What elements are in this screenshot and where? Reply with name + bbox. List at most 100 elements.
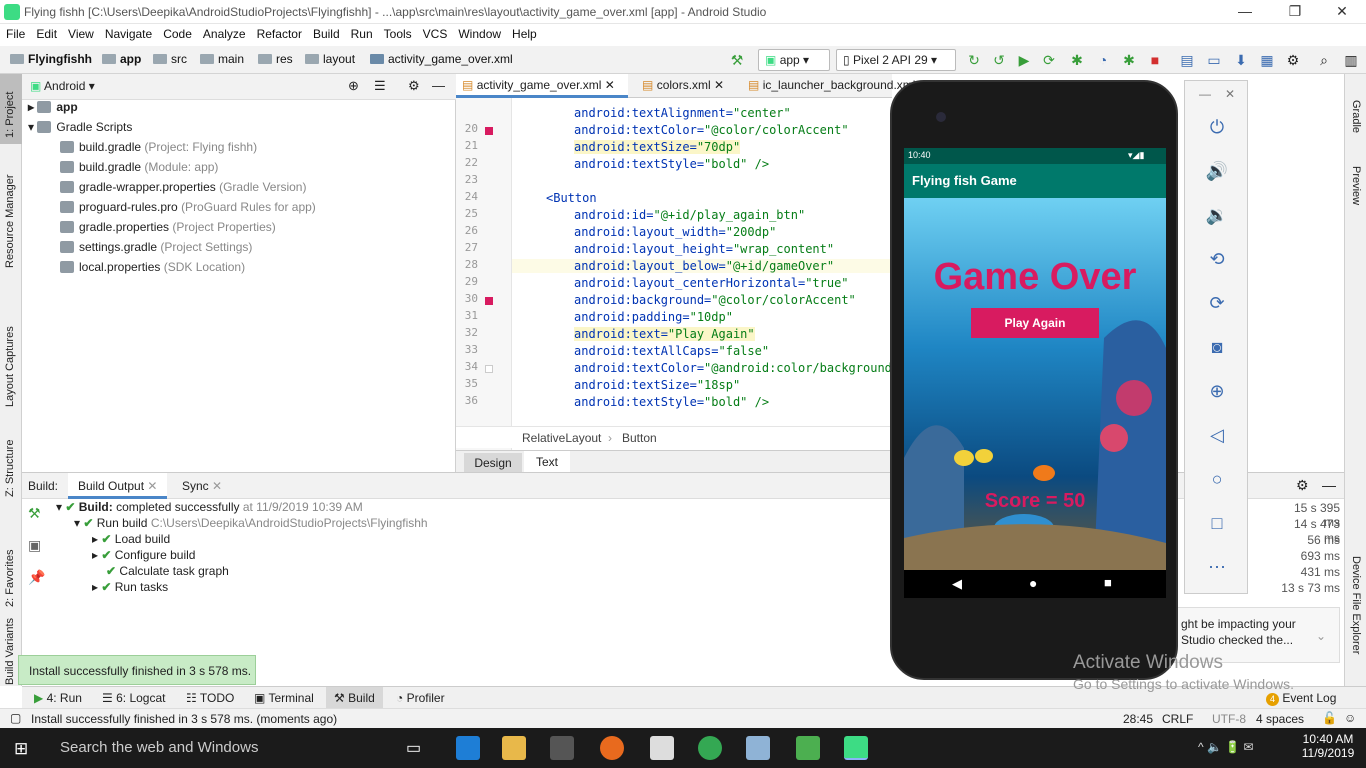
tab-preview[interactable]: Preview — [1345, 164, 1366, 224]
maximize-icon[interactable]: ❐ — [1280, 2, 1310, 22]
hide-icon[interactable]: — — [1322, 477, 1336, 493]
menu-file[interactable]: File — [0, 24, 30, 41]
minimize-icon[interactable]: — — [1199, 87, 1211, 101]
collapse-icon[interactable]: ☰ — [374, 78, 386, 94]
menu-help[interactable]: Help — [506, 24, 542, 41]
tab-project[interactable]: 1: Project — [0, 74, 22, 144]
tree-item[interactable]: settings.gradle (Project Settings) — [60, 240, 252, 260]
code-line[interactable]: android:textSize="70dp" — [518, 140, 741, 154]
code-line[interactable]: android:textSize="18sp" — [518, 378, 740, 392]
tab-terminal[interactable]: ▣ Terminal — [254, 691, 314, 705]
gear-icon[interactable]: ⚙ — [408, 78, 420, 94]
close-icon[interactable]: ✕ — [147, 479, 157, 493]
caret-position[interactable]: 28:45 — [1123, 712, 1153, 726]
code-line[interactable]: android:textStyle="bold" /> — [518, 395, 769, 409]
firefox-icon[interactable] — [600, 736, 624, 760]
file-encoding[interactable]: UTF-8 — [1212, 712, 1246, 726]
stop-icon[interactable]: ■ — [1146, 51, 1164, 69]
menu-build[interactable]: Build — [307, 24, 345, 41]
code-line[interactable]: android:layout_width="200dp" — [518, 225, 776, 239]
zoom-icon[interactable]: ⊕ — [1185, 381, 1249, 402]
menu-refactor[interactable]: Refactor — [251, 24, 307, 41]
menu-view[interactable]: View — [62, 24, 99, 41]
tab-structure[interactable]: Z: Structure — [0, 429, 22, 499]
tab-device-file-explorer[interactable]: Device File Explorer — [1345, 554, 1366, 674]
build-task-row[interactable]: ▸ ✔ Configure build — [92, 548, 195, 562]
volume-down-icon[interactable]: 🔉 — [1185, 205, 1249, 226]
layout-icon[interactable]: ▥ — [1342, 51, 1360, 69]
system-tray-icons[interactable]: ^ 🔈 🔋 ✉ — [1198, 740, 1254, 754]
tab-run[interactable]: ▶ 4: Run — [34, 691, 82, 705]
event-log-button[interactable]: 4 Event Log — [1266, 691, 1336, 706]
more-icon[interactable]: ⋯ — [1185, 557, 1249, 578]
recents-icon[interactable]: ■ — [1104, 575, 1112, 590]
home-icon[interactable]: ● — [1029, 575, 1037, 591]
build-task-row[interactable]: ▸ ✔ Run tasks — [92, 580, 168, 594]
target-icon[interactable]: ⊕ — [348, 78, 359, 94]
code-line[interactable]: android:padding="10dp" — [518, 310, 733, 324]
task-view-icon[interactable]: ▭ — [406, 738, 421, 758]
tab-todo[interactable]: ☷ TODO — [186, 691, 234, 705]
menu-analyze[interactable]: Analyze — [197, 24, 251, 41]
code-line[interactable]: android:background="@color/colorAccent" — [518, 293, 856, 307]
mail-icon[interactable] — [650, 736, 674, 760]
rerun-icon[interactable]: ⟳ — [1040, 51, 1058, 69]
minimize-icon[interactable]: — — [1230, 2, 1260, 22]
run-icon[interactable]: ▶ — [1015, 51, 1033, 69]
back-icon[interactable]: ◀ — [952, 576, 962, 592]
make-hammer-icon[interactable]: ⚒ — [728, 51, 746, 69]
play-again-button[interactable]: Play Again — [971, 308, 1099, 338]
tree-item[interactable]: build.gradle (Project: Flying fishh) — [60, 140, 257, 160]
toggle-view-icon[interactable]: ▣ — [28, 537, 41, 554]
code-line[interactable]: android:layout_centerHorizontal="true" — [518, 276, 849, 290]
build-task-row[interactable]: ✔ Calculate task graph — [106, 564, 229, 578]
emulator-screen[interactable]: 10:40 ▾◢▮ Flying fish Game Game Over Play… — [904, 148, 1166, 598]
profile-icon[interactable]: ◔ — [1094, 51, 1112, 69]
run-build-row[interactable]: ▾ ✔ Run build C:\Users\Deepika\AndroidSt… — [74, 516, 428, 530]
chevron-down-icon[interactable]: ⌄ — [1316, 629, 1326, 643]
code-line[interactable]: android:textAlignment="center" — [518, 106, 791, 120]
menu-run[interactable]: Run — [345, 24, 378, 41]
menu-vcs[interactable]: VCS — [417, 24, 453, 41]
tab-ic-launcher-background[interactable]: ▤ ic_launcher_background.xml — [742, 74, 921, 98]
device-select[interactable]: ▯ Pixel 2 API 29 ▾ — [836, 49, 956, 71]
rotate-left-icon[interactable]: ⟲ — [1185, 249, 1249, 270]
close-icon[interactable]: ✕ — [1327, 2, 1357, 22]
attach-debugger-icon[interactable]: ✱ — [1120, 51, 1138, 69]
sdk-manager-icon[interactable]: ⬇ — [1232, 51, 1250, 69]
search-icon[interactable]: ⌕ — [1315, 51, 1333, 69]
sync-icon[interactable]: ▤ — [1178, 51, 1196, 69]
home-icon[interactable]: ○ — [1185, 469, 1249, 490]
inspector-icon[interactable]: ☺ — [1344, 711, 1356, 725]
rotate-right-icon[interactable]: ⟳ — [1185, 293, 1249, 314]
android-studio-taskbar-icon[interactable] — [796, 736, 820, 760]
notepad-icon[interactable] — [746, 736, 770, 760]
apply-code-icon[interactable]: ↺ — [990, 51, 1008, 69]
breadcrumb-layout[interactable]: layout — [305, 52, 355, 66]
breadcrumb-res[interactable]: res — [258, 52, 293, 66]
menu-tools[interactable]: Tools — [378, 24, 417, 41]
tab-design[interactable]: Design — [464, 453, 522, 473]
edge-icon[interactable] — [456, 736, 480, 760]
store-icon[interactable] — [550, 736, 574, 760]
gear-icon[interactable]: ⚙ — [1296, 477, 1309, 494]
color-marker[interactable] — [485, 297, 493, 305]
tab-text[interactable]: Text — [524, 451, 570, 473]
lock-icon[interactable]: 🔓 — [1322, 711, 1337, 725]
debug-icon[interactable]: ✱ — [1068, 51, 1086, 69]
close-icon[interactable]: ✕ — [212, 479, 222, 493]
code-line[interactable]: <Button — [518, 191, 597, 205]
build-hammer-icon[interactable]: ⚒ — [28, 505, 41, 522]
run-config-select[interactable]: ▣ app ▾ — [758, 49, 830, 71]
menu-code[interactable]: Code — [157, 24, 197, 41]
menu-navigate[interactable]: Navigate — [99, 24, 157, 41]
tab-colors[interactable]: ▤ colors.xml ✕ — [636, 74, 730, 98]
windows-start-icon[interactable]: ⊞ — [14, 739, 28, 759]
taskbar-search[interactable]: Search the web and Windows — [46, 728, 386, 768]
breadcrumb-project[interactable]: Flyingfishh — [10, 52, 92, 66]
tab-profiler[interactable]: ◔ Profiler — [396, 691, 445, 705]
back-icon[interactable]: ◁ — [1185, 425, 1249, 446]
tree-item[interactable]: proguard-rules.pro (ProGuard Rules for a… — [60, 200, 316, 220]
tab-favorites[interactable]: 2: Favorites — [0, 529, 22, 609]
tab-logcat[interactable]: ☰ 6: Logcat — [102, 691, 165, 705]
